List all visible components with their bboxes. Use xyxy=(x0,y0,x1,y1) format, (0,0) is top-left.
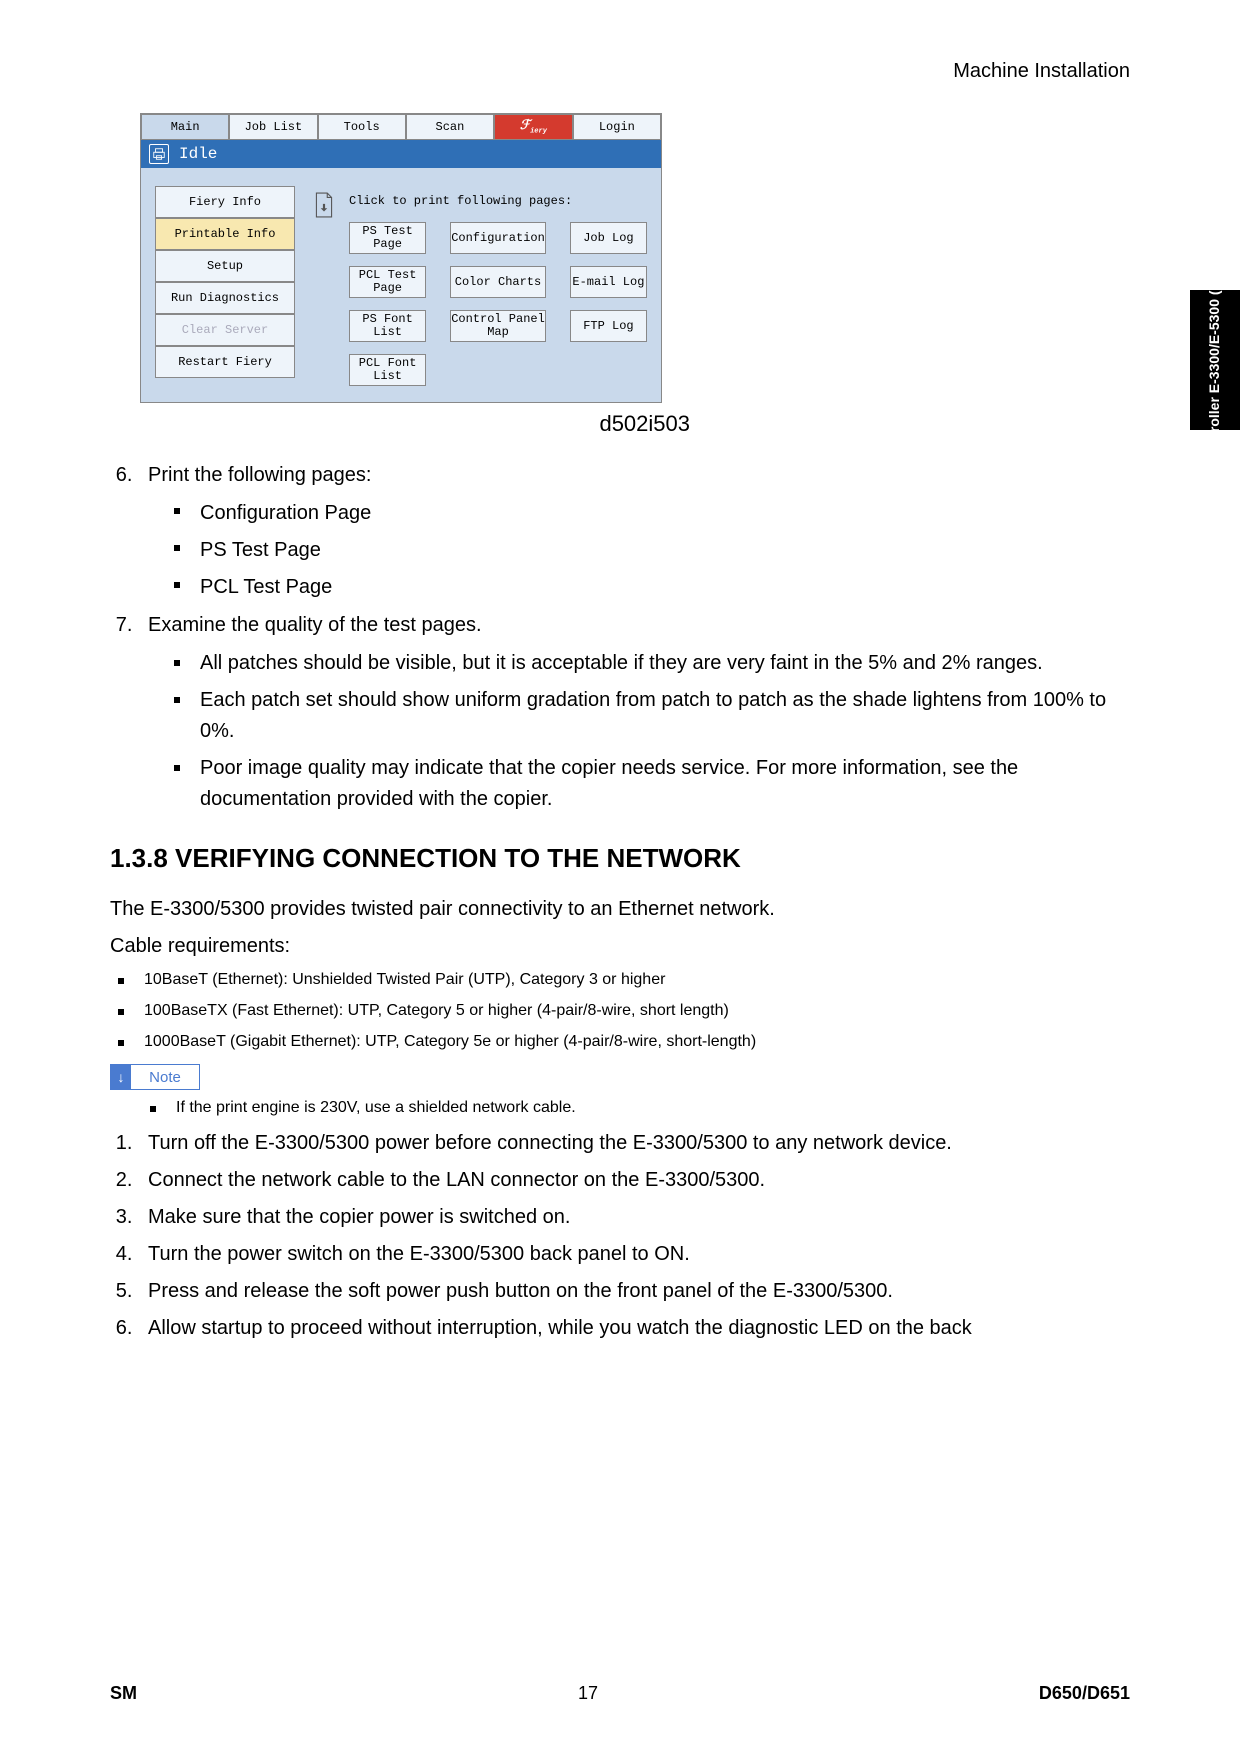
side-btn-fiery-info[interactable]: Fiery Info xyxy=(155,186,295,218)
fiery-panel-screenshot: MainJob ListToolsScan ℱiery Login Idle Fie… xyxy=(140,113,662,403)
procedure-step: Turn off the E-3300/5300 power before co… xyxy=(138,1127,1130,1160)
note-callout: ↓ Note xyxy=(110,1064,200,1090)
print-btn-control-panel-map[interactable]: Control Panel Map xyxy=(450,310,546,342)
list-item: 10BaseT (Ethernet): Unshielded Twisted P… xyxy=(118,968,1130,993)
numbered-steps: Turn off the E-3300/5300 power before co… xyxy=(110,1127,1130,1345)
print-hint: Click to print following pages: xyxy=(349,194,647,208)
cable-requirements-list: 10BaseT (Ethernet): Unshielded Twisted P… xyxy=(118,968,1130,1054)
footer-left: SM xyxy=(110,1683,137,1704)
print-btn-pcl-test-page[interactable]: PCL Test Page xyxy=(349,266,426,298)
note-label: Note xyxy=(131,1069,199,1086)
list-item: 1000BaseT (Gigabit Ethernet): UTP, Categ… xyxy=(118,1030,1130,1055)
page-header: Machine Installation xyxy=(110,60,1130,83)
print-btn-ftp-log[interactable]: FTP Log xyxy=(570,310,647,342)
tab-fiery-logo[interactable]: ℱiery xyxy=(494,114,573,140)
procedure-step: Turn the power switch on the E-3300/5300… xyxy=(138,1238,1130,1271)
tab-main[interactable]: Main xyxy=(141,114,229,140)
tab-tools[interactable]: Tools xyxy=(318,114,406,140)
chapter-side-tab: Color Controller E-3300/E-5300 (D650/D65… xyxy=(1190,290,1240,430)
list-item: Each patch set should show uniform grada… xyxy=(174,685,1130,747)
image-id: d502i503 xyxy=(140,411,690,437)
list-item: 100BaseTX (Fast Ethernet): UTP, Category… xyxy=(118,999,1130,1024)
status-bar: Idle xyxy=(141,140,661,168)
printer-icon xyxy=(149,144,169,164)
side-btn-printable-info[interactable]: Printable Info xyxy=(155,218,295,250)
section-heading: 1.3.8 VERIFYING CONNECTION TO THE NETWOR… xyxy=(110,843,1130,874)
step-7-sublist: All patches should be visible, but it is… xyxy=(174,648,1130,815)
list-item: Poor image quality may indicate that the… xyxy=(174,753,1130,815)
procedure-step: Press and release the soft power push bu… xyxy=(138,1275,1130,1308)
side-btn-clear-server: Clear Server xyxy=(155,314,295,346)
note-arrow-icon: ↓ xyxy=(111,1065,131,1089)
page-icon xyxy=(313,192,335,218)
print-button-grid: PS Test Page Configuration Job Log PCL Test… xyxy=(349,222,647,386)
footer-center: 17 xyxy=(578,1683,598,1704)
print-btn-e-mail-log[interactable]: E-mail Log xyxy=(570,266,647,298)
list-item: If the print engine is 230V, use a shiel… xyxy=(150,1096,1130,1121)
list-item: Configuration Page xyxy=(174,498,1130,529)
section-para-1: The E-3300/5300 provides twisted pair co… xyxy=(110,894,1130,925)
procedure-step: Connect the network cable to the LAN con… xyxy=(138,1164,1130,1197)
footer-right: D650/D651 xyxy=(1039,1683,1130,1704)
app-tab-bar: MainJob ListToolsScan ℱiery Login xyxy=(141,114,661,140)
side-btn-restart-fiery[interactable]: Restart Fiery xyxy=(155,346,295,378)
side-btn-setup[interactable]: Setup xyxy=(155,250,295,282)
procedure-step: Make sure that the copier power is switc… xyxy=(138,1201,1130,1234)
step-7: Examine the quality of the test pages. A… xyxy=(138,609,1130,815)
procedure-step: Allow startup to proceed without interru… xyxy=(138,1312,1130,1345)
fiery-logo-icon: ℱiery xyxy=(520,118,547,136)
page-footer: SM 17 D650/D651 xyxy=(110,1683,1130,1704)
print-btn-pcl-font-list[interactable]: PCL Font List xyxy=(349,354,426,386)
status-text: Idle xyxy=(179,145,217,163)
tab-login[interactable]: Login xyxy=(573,114,661,140)
side-btn-run-diagnostics[interactable]: Run Diagnostics xyxy=(155,282,295,314)
note-list: If the print engine is 230V, use a shiel… xyxy=(150,1096,1130,1121)
step-6-sublist: Configuration Page PS Test Page PCL Test P… xyxy=(174,498,1130,603)
list-item: All patches should be visible, but it is… xyxy=(174,648,1130,679)
print-btn-ps-font-list[interactable]: PS Font List xyxy=(349,310,426,342)
side-menu: Fiery InfoPrintable InfoSetupRun Diagnos… xyxy=(155,186,295,378)
tab-job-list[interactable]: Job List xyxy=(229,114,317,140)
step-6: Print the following pages: Configuration… xyxy=(138,459,1130,603)
list-item: PCL Test Page xyxy=(174,572,1130,603)
print-btn-ps-test-page[interactable]: PS Test Page xyxy=(349,222,426,254)
list-item: PS Test Page xyxy=(174,535,1130,566)
print-btn-job-log[interactable]: Job Log xyxy=(570,222,647,254)
chapter-side-tab-text: Color Controller E-3300/E-5300 (D650/D65… xyxy=(1207,215,1222,504)
step-6-text: Print the following pages: xyxy=(148,464,371,486)
print-btn-configuration[interactable]: Configuration xyxy=(450,222,546,254)
tab-scan[interactable]: Scan xyxy=(406,114,494,140)
step-7-text: Examine the quality of the test pages. xyxy=(148,614,482,636)
section-para-2: Cable requirements: xyxy=(110,931,1130,962)
print-btn-color-charts[interactable]: Color Charts xyxy=(450,266,546,298)
